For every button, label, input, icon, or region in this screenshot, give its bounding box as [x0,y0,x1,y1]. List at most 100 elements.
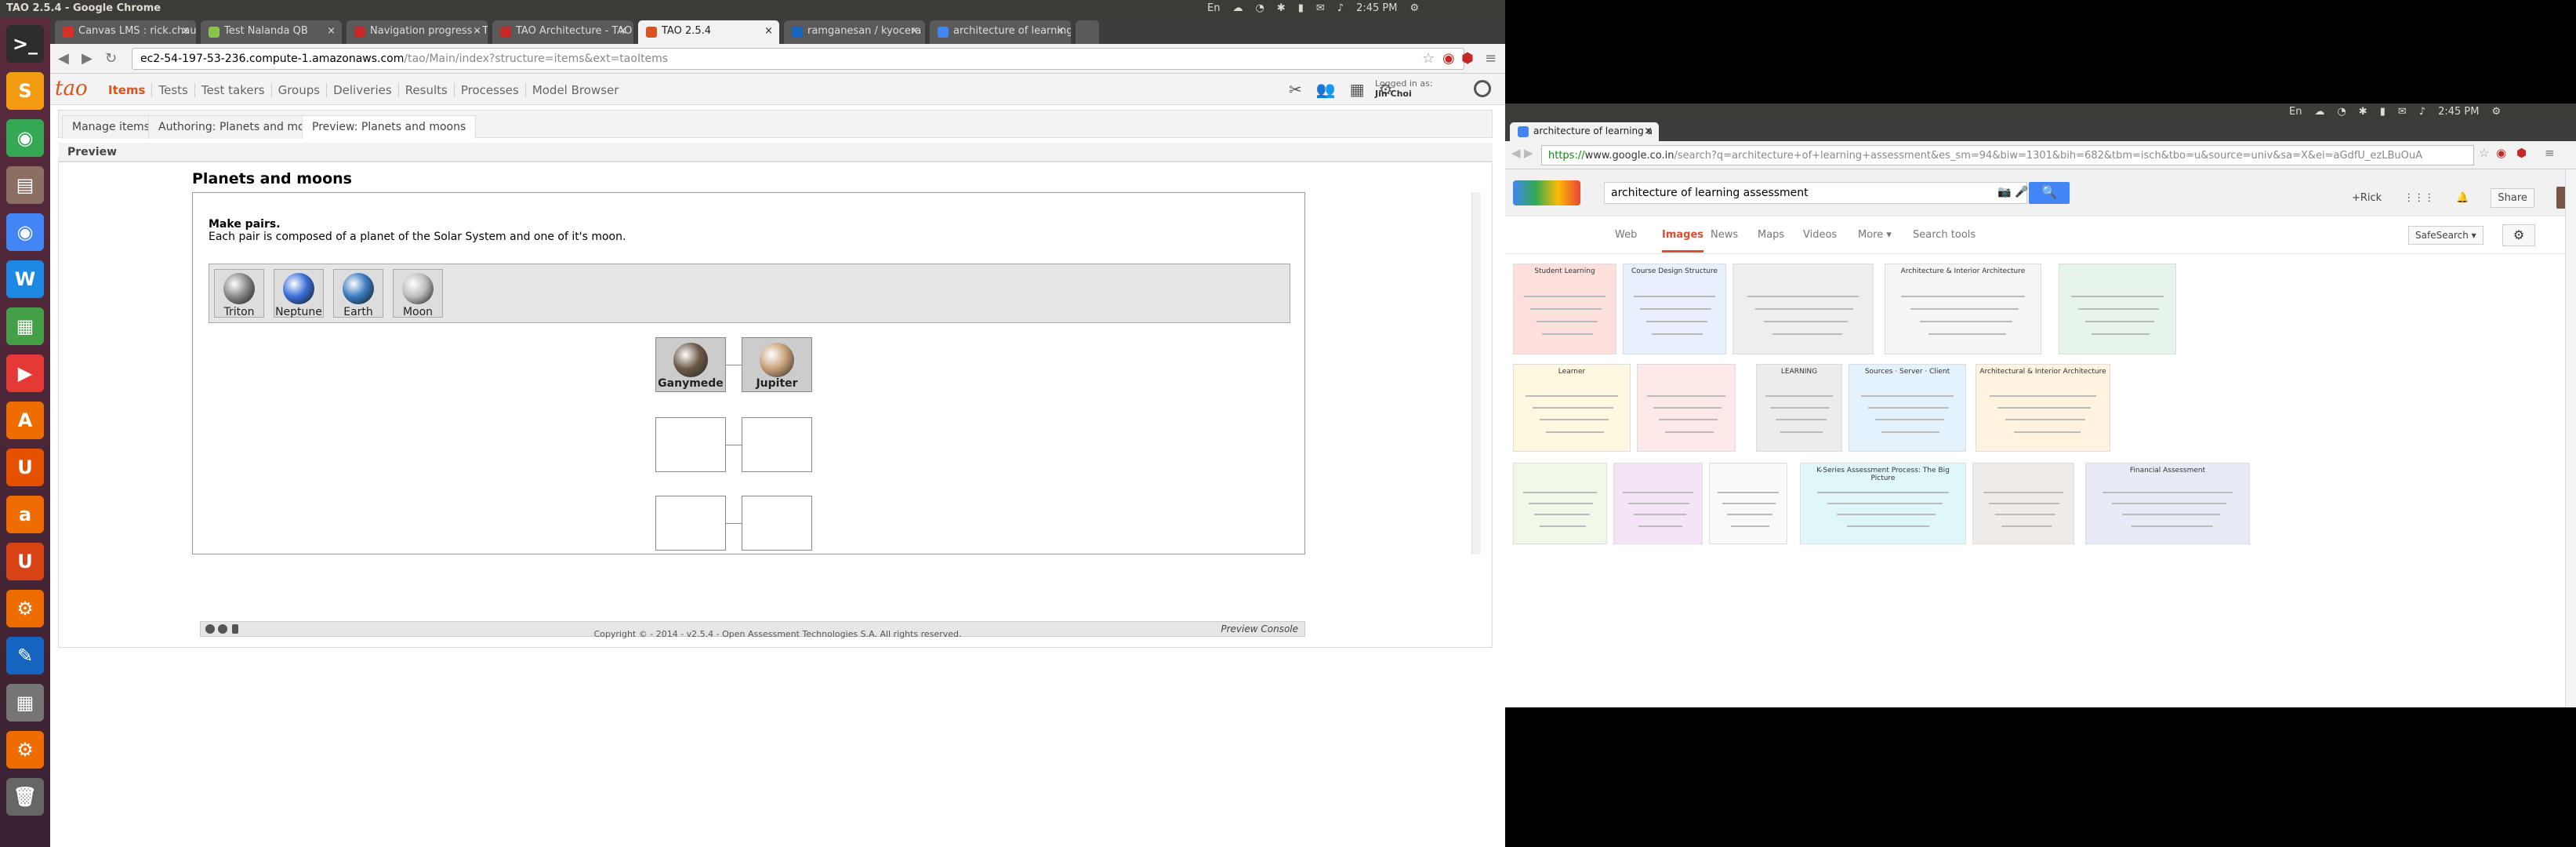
tab-close-icon[interactable]: × [619,25,627,37]
mail-icon[interactable]: ✉ [2398,106,2407,118]
browser-tab[interactable]: Navigation progress - TA × [346,20,488,44]
choice-moon[interactable]: Moon [393,269,443,318]
pair-slot-left[interactable]: Ganymede [655,337,726,392]
menu-icon[interactable]: ≡ [2545,146,2555,160]
power-menu-icon[interactable]: ⚙ [1410,2,1419,14]
ubuntu-one-music-icon[interactable]: U [6,543,44,580]
tab-close-icon[interactable]: × [910,25,919,37]
tools-icon[interactable]: ✂ [1289,80,1302,99]
nav-items[interactable]: Items [102,83,153,97]
tab-close-icon[interactable]: × [327,25,336,37]
search-input[interactable]: architecture of learning assessment [1604,182,2027,204]
settings-gear-icon[interactable]: ⚙ [2502,224,2535,246]
clock-right[interactable]: 2:45 PM [2438,106,2479,118]
power-menu-icon[interactable]: ⚙ [2491,106,2501,118]
sublime-icon[interactable]: S [6,72,44,110]
pair-slot-left[interactable] [655,496,726,551]
amazon-icon[interactable]: a [6,496,44,533]
tab-close-icon[interactable]: × [1644,125,1653,137]
mic-icon[interactable]: 🎤 [2015,186,2028,198]
pair-slot-right[interactable] [742,417,812,472]
image-result[interactable]: Sources · Server · Client [1849,364,1966,452]
keyboard-indicator-right[interactable]: En [2289,106,2302,118]
workspaces-icon[interactable]: ▦ [6,684,44,722]
choice-neptune[interactable]: Neptune [274,269,324,318]
image-result[interactable] [1972,463,2074,544]
pair-slot-left[interactable] [655,417,726,472]
image-result[interactable]: Financial Assessment [2085,463,2250,544]
media-icon[interactable]: ▦ [1350,80,1365,99]
wifi-icon[interactable]: ◔ [2337,106,2346,118]
writer-icon[interactable]: W [6,260,44,298]
volume-icon[interactable]: ♪ [2419,106,2425,118]
image-result[interactable]: Architecture & Interior Architecture [1885,264,2041,354]
browser-tab[interactable]: TAO Architecture - TAO - × [492,20,633,44]
image-result[interactable]: Learner [1513,364,1631,452]
image-result[interactable]: Architectural & Interior Architecture [1976,364,2110,452]
menu-icon[interactable]: ≡ [1485,50,1497,67]
bookmark-star-icon[interactable]: ☆ [2479,146,2489,160]
bookmark-star-icon[interactable]: ☆ [1422,50,1435,67]
image-result[interactable]: LEARNING [1756,364,1842,452]
browser-tab[interactable]: Canvas LMS : rick.chauha× [55,20,196,44]
reload-icon[interactable]: ↻ [105,50,117,67]
page-scrollbar[interactable] [2565,169,2576,707]
chromium-icon[interactable]: ◉ [6,213,44,251]
terminal-icon[interactable]: >_ [6,25,44,63]
search-tab-maps[interactable]: Maps [1758,229,1784,241]
tao-logo[interactable]: tao [55,77,88,100]
tab-close-icon[interactable]: × [764,25,773,37]
search-tab-more[interactable]: More ▾ [1858,229,1892,241]
search-tab-videos[interactable]: Videos [1803,229,1837,241]
image-result[interactable]: Course Design Structure [1623,264,1726,354]
tab-google-images[interactable]: architecture of learning a × [1510,122,1659,141]
settings-icon[interactable]: ⚙ [6,590,44,627]
trash-icon[interactable]: 🗑 [6,778,44,816]
volume-icon[interactable]: ♪ [1337,2,1344,14]
address-bar[interactable]: ec2-54-197-53-236.compute-1.amazonaws.co… [132,48,1464,70]
bluetooth-icon[interactable]: ✱ [1277,2,1286,14]
nav-deliveries[interactable]: Deliveries [327,83,399,97]
impress-icon[interactable]: ▶ [6,354,44,392]
extension-icon[interactable]: ◉ [1442,50,1455,67]
google-doodle-logo[interactable] [1513,180,1580,205]
image-result[interactable] [1613,463,1703,544]
pair-slot-right[interactable]: Jupiter [742,337,812,392]
calc-icon[interactable]: ▦ [6,307,44,345]
browser-tab[interactable]: ramganesan / kyocera — × [784,20,925,44]
image-result[interactable] [1637,364,1736,452]
nav-tests[interactable]: Tests [152,83,195,97]
pair-slot-right[interactable] [742,496,812,551]
files-icon[interactable]: ▤ [6,166,44,204]
nav-model-browser[interactable]: Model Browser [526,83,626,97]
cloud-icon[interactable]: ☁ [2314,106,2324,118]
tab-preview[interactable]: Preview: Planets and moons [302,115,477,139]
choice-earth[interactable]: Earth [333,269,383,318]
search-tab-images[interactable]: Images [1662,229,1704,253]
image-result[interactable] [1732,264,1874,354]
battery-icon[interactable]: ▮ [1298,2,1304,14]
tab-close-icon[interactable]: × [181,25,190,37]
address-bar-right[interactable]: https://www.google.co.in/search?q=archit… [1541,145,2474,165]
apps-icon[interactable]: ⋮⋮⋮ [2404,192,2434,204]
image-result[interactable] [1513,463,1607,544]
logout-icon[interactable] [1474,80,1491,97]
nav-test-takers[interactable]: Test takers [195,83,272,97]
battery-icon[interactable]: ▮ [2380,106,2386,118]
browser-tab[interactable]: TAO 2.5.4 × [638,20,779,44]
new-tab-button[interactable] [1076,20,1099,44]
adblock-icon[interactable]: ⬢ [1461,50,1474,67]
notifications-icon[interactable]: 🔔 [2456,192,2469,204]
browser-tab[interactable]: architecture of learning a × [930,20,1071,44]
adblock-icon[interactable]: ⬢ [2516,146,2527,160]
image-result[interactable]: Student Learning [1513,264,1616,354]
search-button[interactable]: 🔍 [2029,182,2070,204]
updater-icon[interactable]: ⚙ [6,731,44,769]
chrome-icon[interactable]: ◉ [6,119,44,157]
choice-triton[interactable]: Triton [214,269,264,318]
tab-close-icon[interactable]: × [473,25,481,37]
preview-scrollbar[interactable] [1471,192,1481,554]
image-result[interactable]: K-Series Assessment Process: The Big Pic… [1800,463,1966,544]
user-link[interactable]: +Rick [2352,192,2382,204]
software-center-icon[interactable]: A [6,402,44,439]
